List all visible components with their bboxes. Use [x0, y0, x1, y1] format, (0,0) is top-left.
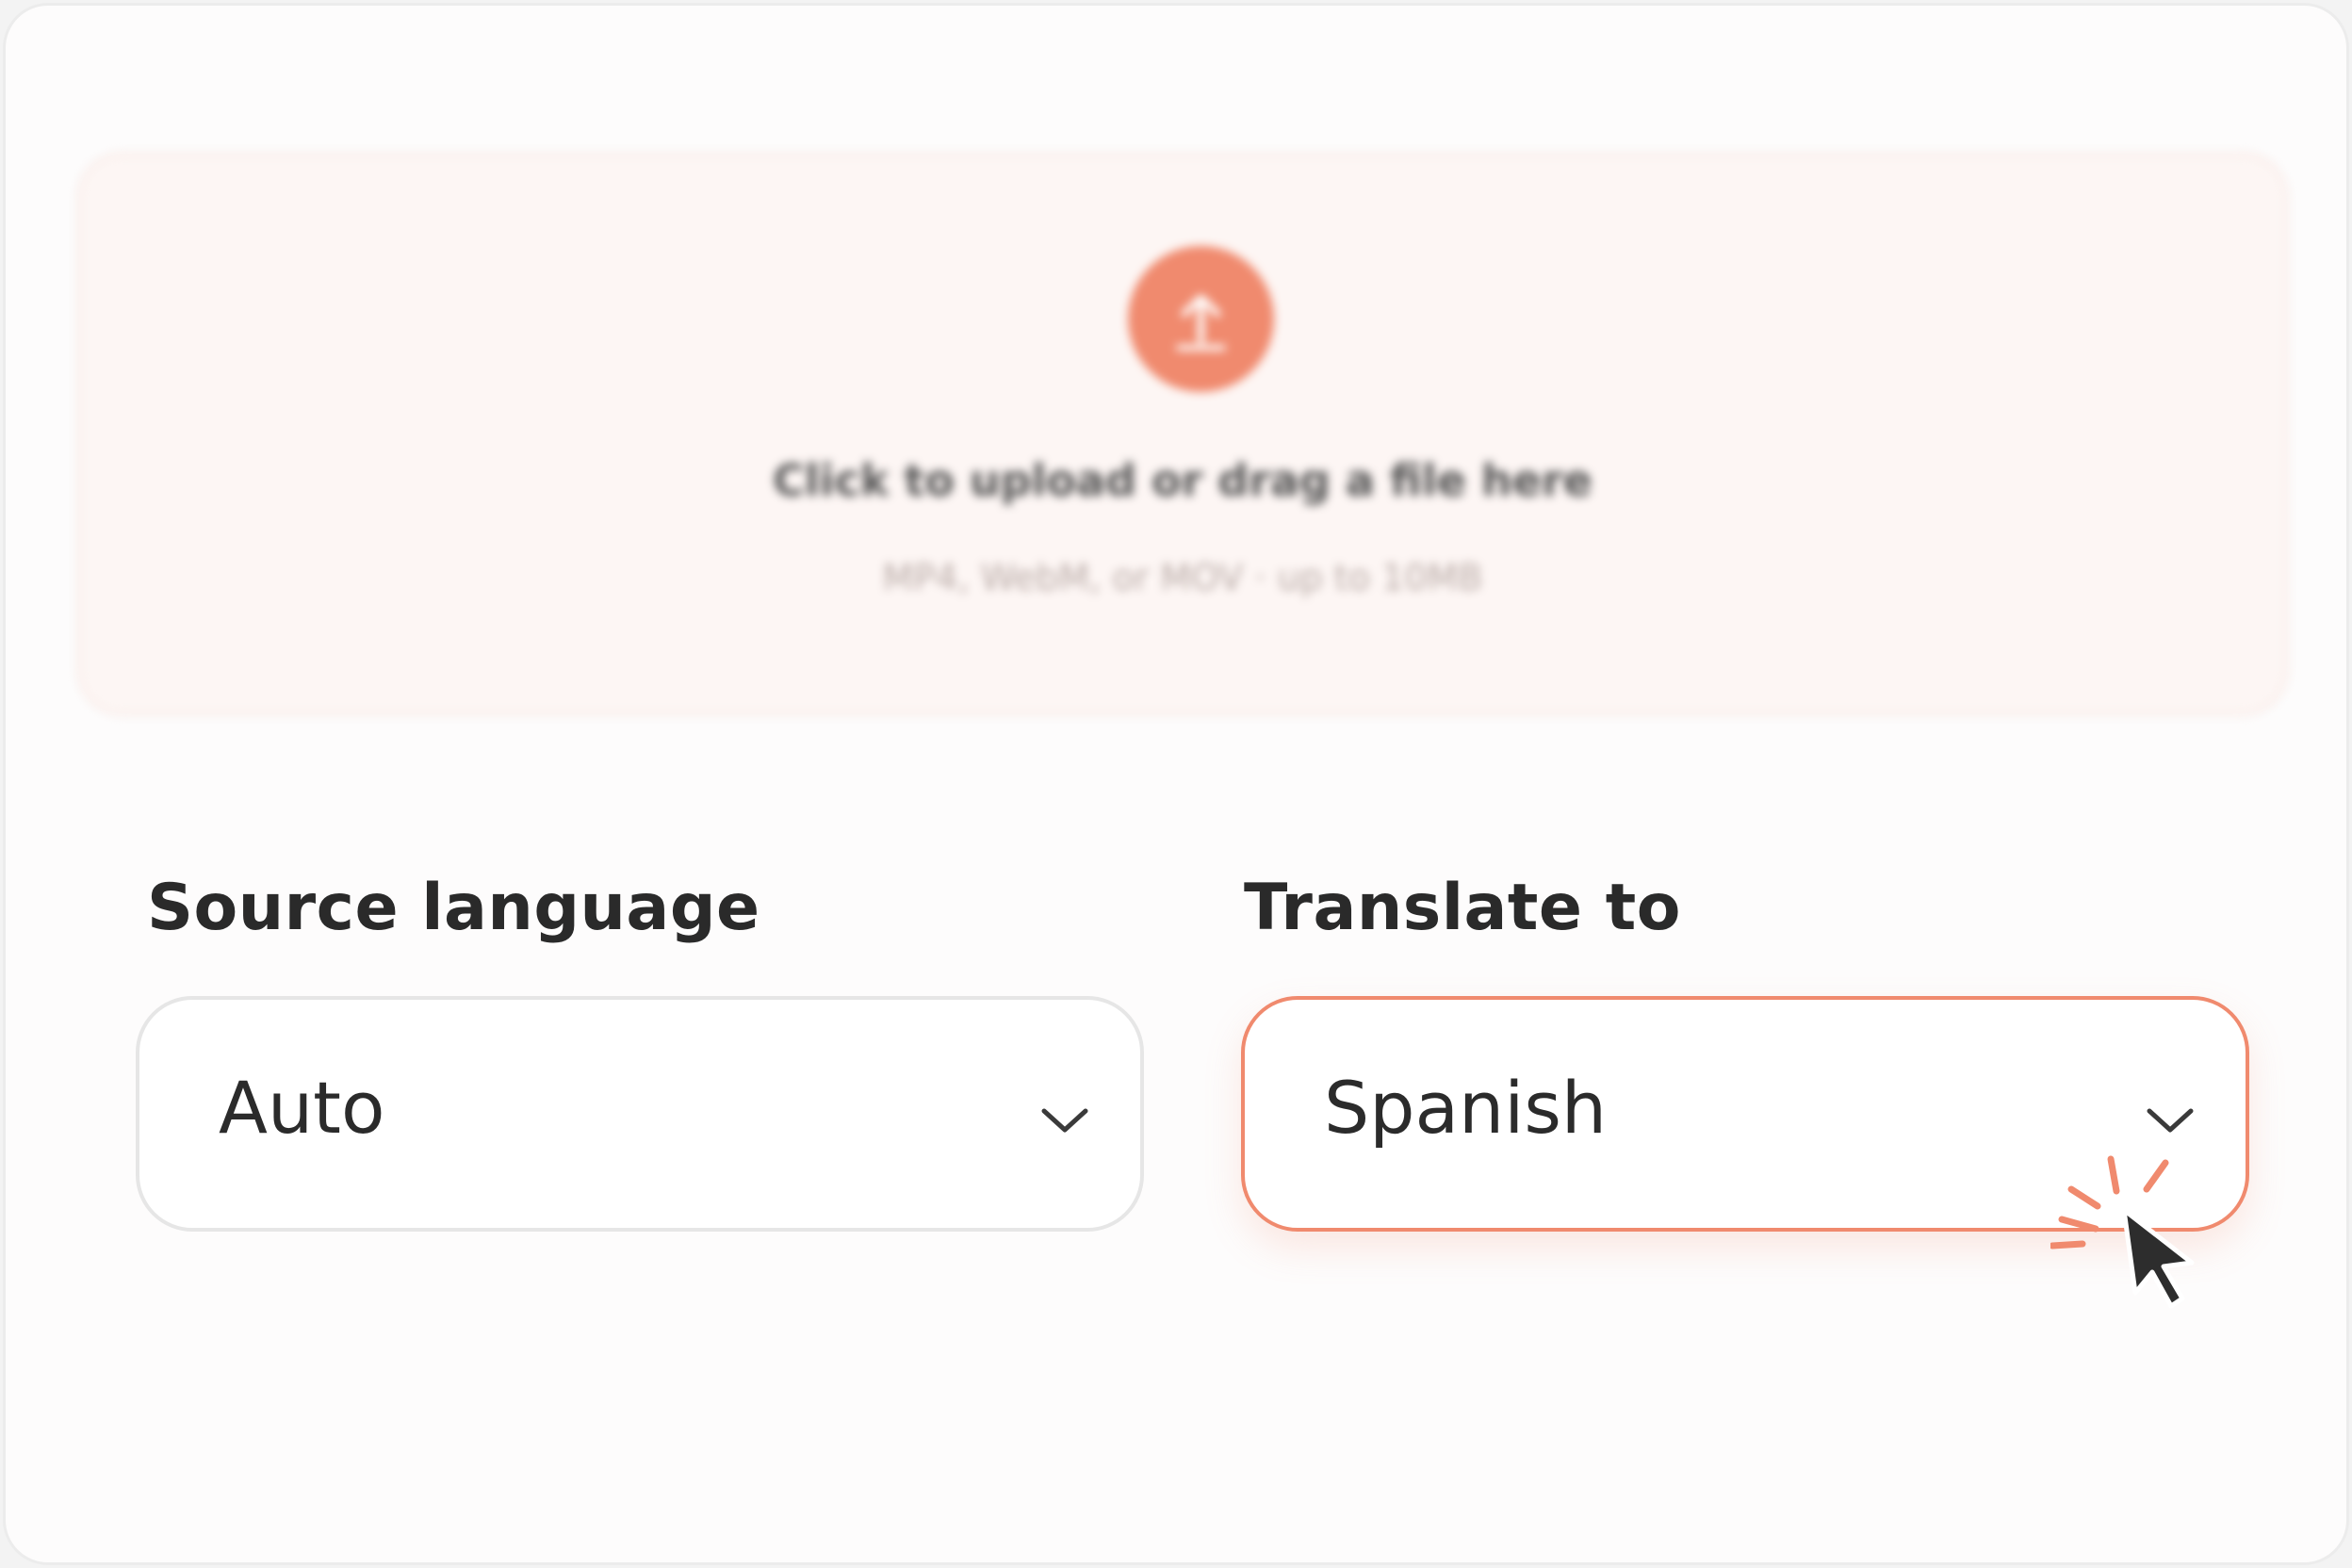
upload-format-hint: MP4, WebM, or MOV · up to 10MB [882, 557, 1483, 598]
upload-dropzone[interactable]: Click to upload or drag a file here MP4,… [77, 153, 2288, 715]
translate-to-label: Translate to [1244, 871, 1681, 945]
upload-arrow-icon[interactable] [1128, 246, 1274, 392]
chevron-down-icon[interactable] [1038, 1105, 1091, 1135]
source-language-select[interactable]: Auto [136, 996, 1144, 1232]
source-language-label: Source language [147, 871, 760, 945]
translation-card: Click to upload or drag a file here MP4,… [3, 3, 2349, 1565]
translate-to-value: Spanish [1324, 1066, 1608, 1150]
upload-title: Click to upload or drag a file here [773, 455, 1592, 506]
source-language-value: Auto [219, 1066, 385, 1150]
mouse-pointer-click-icon [2050, 1136, 2220, 1325]
chevron-down-icon[interactable] [2144, 1105, 2197, 1135]
